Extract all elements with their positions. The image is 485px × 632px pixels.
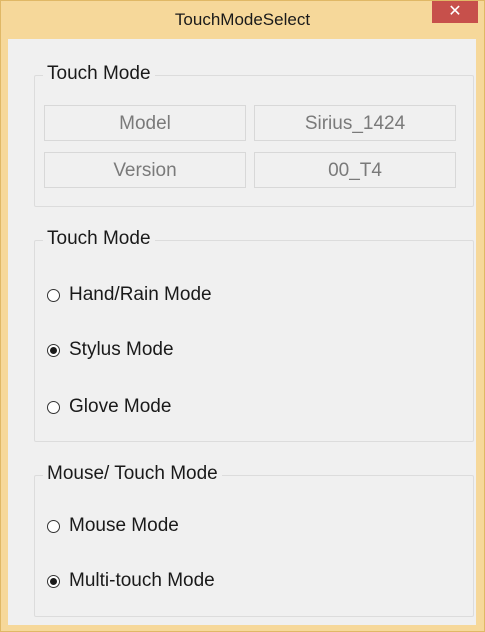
radio-multi-touch-mode-label: Multi-touch Mode bbox=[69, 570, 215, 591]
close-button[interactable]: ✕ bbox=[432, 1, 478, 23]
radio-button-checked-icon bbox=[47, 574, 60, 588]
radio-button-icon bbox=[47, 519, 60, 533]
touch-mode-group: Touch Mode Hand/Rain Mode Stylus Mode Gl… bbox=[34, 228, 474, 442]
radio-stylus-mode[interactable]: Stylus Mode bbox=[47, 336, 174, 364]
client-area: Touch Mode Model Sirius_1424 Version 00_… bbox=[8, 39, 476, 625]
radio-button-icon bbox=[47, 400, 60, 414]
device-info-group-title: Touch Mode bbox=[43, 63, 155, 85]
touch-mode-group-title: Touch Mode bbox=[43, 228, 155, 250]
model-value: Sirius_1424 bbox=[254, 105, 456, 141]
mouse-touch-mode-group-title: Mouse/ Touch Mode bbox=[43, 463, 222, 485]
radio-button-icon bbox=[47, 288, 60, 302]
close-icon: ✕ bbox=[448, 3, 462, 20]
radio-mouse-mode[interactable]: Mouse Mode bbox=[47, 512, 179, 540]
radio-mouse-mode-label: Mouse Mode bbox=[69, 515, 179, 536]
mouse-touch-mode-group: Mouse/ Touch Mode Mouse Mode Multi-touch… bbox=[34, 463, 474, 617]
radio-multi-touch-mode[interactable]: Multi-touch Mode bbox=[47, 567, 215, 595]
model-label: Model bbox=[44, 105, 246, 141]
version-label: Version bbox=[44, 152, 246, 188]
radio-button-checked-icon bbox=[47, 343, 60, 357]
version-value: 00_T4 bbox=[254, 152, 456, 188]
radio-hand-rain-mode-label: Hand/Rain Mode bbox=[69, 284, 212, 305]
window-title: TouchModeSelect bbox=[174, 10, 311, 29]
radio-stylus-mode-label: Stylus Mode bbox=[69, 339, 174, 360]
device-info-group: Touch Mode Model Sirius_1424 Version 00_… bbox=[34, 63, 474, 207]
touch-mode-select-window: TouchModeSelect ✕ Touch Mode Model Siriu… bbox=[0, 0, 485, 632]
radio-glove-mode[interactable]: Glove Mode bbox=[47, 393, 171, 421]
title-bar[interactable]: TouchModeSelect ✕ bbox=[1, 1, 484, 39]
radio-glove-mode-label: Glove Mode bbox=[69, 396, 172, 417]
radio-hand-rain-mode[interactable]: Hand/Rain Mode bbox=[47, 281, 212, 309]
